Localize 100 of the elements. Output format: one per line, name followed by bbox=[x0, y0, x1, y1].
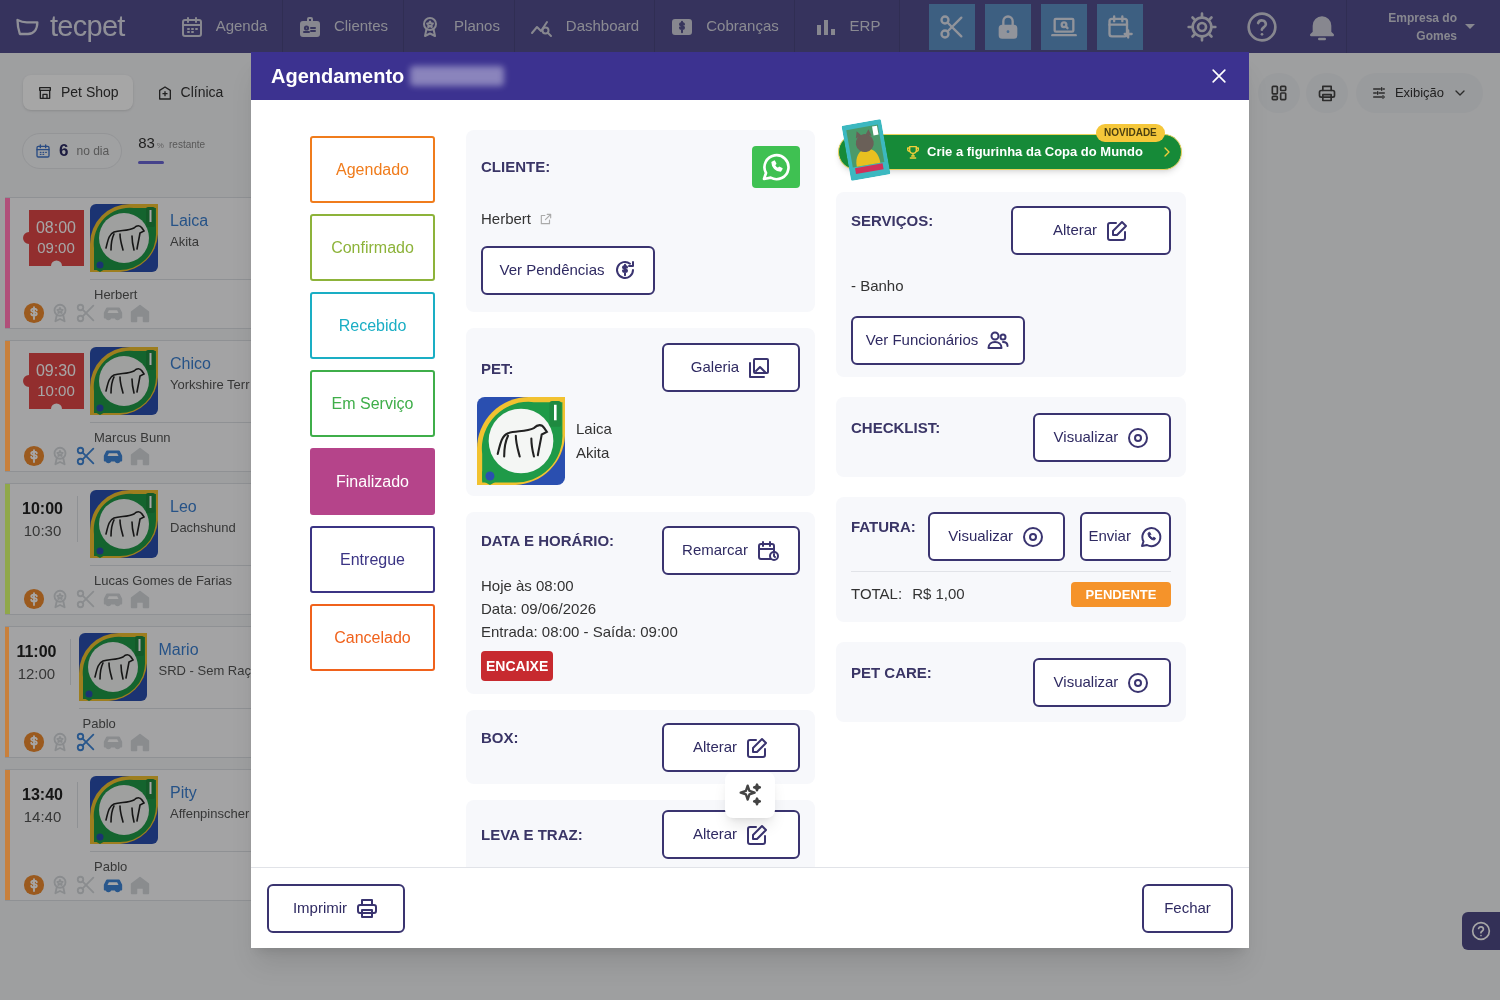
gallery-icon bbox=[747, 355, 772, 380]
change-button[interactable]: Alterar bbox=[662, 810, 800, 859]
schedule-line: Hoje às 08:00 bbox=[481, 576, 575, 596]
quick-action-button[interactable] bbox=[929, 3, 975, 50]
scissors-icon bbox=[75, 445, 97, 467]
pet-breed: Affenpinscher bbox=[170, 805, 250, 823]
pet-breed: Dachshund bbox=[170, 519, 236, 537]
whatsapp-icon bbox=[760, 151, 792, 183]
schedule-line: Data: 09/06/2026 bbox=[481, 599, 598, 619]
quick-action-button[interactable] bbox=[985, 3, 1031, 50]
house-icon bbox=[129, 874, 151, 896]
scissors-icon bbox=[75, 588, 97, 610]
store-icon bbox=[37, 84, 53, 101]
end-time: 14:40 bbox=[23, 807, 62, 827]
send-button[interactable]: Enviar bbox=[1080, 512, 1171, 561]
dollar-coin-icon bbox=[23, 445, 45, 467]
help-button[interactable] bbox=[1462, 912, 1500, 950]
view-button[interactable]: Visualizar bbox=[1033, 413, 1171, 462]
section-heading: CLIENTE: bbox=[481, 156, 551, 177]
gallery-button[interactable]: Galeria bbox=[662, 343, 800, 392]
start-time: 10:00 bbox=[22, 499, 63, 519]
section-heading: FATURA: bbox=[851, 518, 916, 535]
appointment-card[interactable]: 10:00 10:30 Leo Dachshund Lucas Gomes de Farias bbox=[5, 483, 251, 615]
quick-action-button[interactable] bbox=[1041, 3, 1087, 50]
view-dropdown[interactable]: Exibição bbox=[1356, 73, 1483, 113]
client-name[interactable]: Herbert bbox=[481, 208, 532, 231]
staff-button[interactable]: Ver Funcionários bbox=[851, 315, 1025, 365]
house-icon bbox=[129, 588, 151, 610]
dollar-coin-icon bbox=[23, 588, 45, 610]
print-button[interactable]: Imprimir bbox=[267, 883, 405, 933]
change-button[interactable]: Alterar bbox=[1011, 206, 1171, 255]
view-button[interactable]: Visualizar bbox=[1033, 658, 1171, 707]
trophy-icon bbox=[905, 144, 921, 160]
printer-icon bbox=[355, 896, 380, 920]
section-heading: LEVA E TRAZ: bbox=[481, 826, 583, 843]
owner-name: Pablo bbox=[94, 859, 128, 874]
sliders-icon bbox=[1370, 85, 1387, 101]
service-item: - Banho bbox=[851, 276, 905, 296]
section-heading: PET CARE: bbox=[851, 664, 932, 681]
end-time: 12:00 bbox=[17, 664, 56, 684]
appointment-card[interactable]: 08:00 09:00 Laica Akita Herbert bbox=[5, 197, 251, 329]
pet-breed: SRD - Sem Raç bbox=[158, 662, 251, 680]
pet-breed: Akita bbox=[170, 233, 200, 251]
quick-action-button[interactable] bbox=[1097, 3, 1143, 50]
tab[interactable]: Clínica bbox=[142, 75, 238, 110]
pending-button[interactable]: Ver Pendências bbox=[481, 245, 655, 295]
end-time: 10:30 bbox=[23, 521, 62, 541]
help-icon bbox=[1471, 921, 1491, 941]
appointment-card[interactable]: 09:30 10:00 Chico Yorkshire Terr Marcus Bunn bbox=[5, 340, 251, 472]
pet-name: Laica bbox=[576, 418, 612, 439]
dollar-coin-icon bbox=[23, 874, 45, 896]
settings-icon[interactable] bbox=[1186, 10, 1218, 43]
eye-icon bbox=[1021, 524, 1046, 549]
dialog-title: Agendamento bbox=[271, 64, 405, 89]
pet-name: Chico bbox=[170, 354, 212, 374]
logo-text: tecpet bbox=[50, 12, 125, 41]
whatsapp-icon bbox=[1138, 524, 1163, 549]
calendar-icon bbox=[179, 14, 204, 39]
start-time: 09:30 bbox=[35, 361, 76, 381]
new-badge: NOVIDADE bbox=[1096, 124, 1165, 142]
schedule-line: Entrada: 08:00 - Saída: 09:00 bbox=[481, 622, 679, 642]
section-heading: DATA E HORÁRIO: bbox=[481, 532, 615, 549]
eye-icon bbox=[1126, 670, 1151, 695]
house-icon bbox=[129, 302, 151, 324]
owner-name: Herbert bbox=[94, 287, 138, 302]
whatsapp-button[interactable] bbox=[752, 146, 800, 188]
total-value: R$ 1,00 bbox=[912, 584, 965, 605]
reschedule-button[interactable]: Remarcar bbox=[662, 526, 800, 575]
clinic-icon bbox=[156, 84, 173, 101]
house-icon bbox=[129, 731, 151, 753]
fit-in-badge: ENCAIXE bbox=[481, 651, 554, 681]
layout-button[interactable] bbox=[1258, 73, 1300, 113]
pet-name: Mario bbox=[158, 640, 200, 660]
ai-assistant-button[interactable] bbox=[725, 772, 775, 818]
status-button[interactable]: Entregue bbox=[310, 526, 435, 593]
pet-breed: Akita bbox=[576, 443, 611, 463]
dollar-coin-icon bbox=[23, 731, 45, 753]
view-button[interactable]: Visualizar bbox=[928, 512, 1066, 561]
edit-icon bbox=[745, 735, 770, 760]
percent-label: restante bbox=[169, 138, 206, 153]
external-link-icon[interactable] bbox=[539, 212, 554, 227]
appointment-card[interactable]: 11:00 12:00 Mario SRD - Sem Raç Pablo bbox=[5, 626, 251, 758]
caret-icon bbox=[1465, 24, 1475, 29]
calendar-icon bbox=[35, 143, 51, 159]
status-button[interactable]: Finalizado bbox=[310, 448, 435, 515]
end-time: 09:00 bbox=[37, 238, 75, 258]
help-icon[interactable] bbox=[1246, 10, 1278, 43]
pet-name: Leo bbox=[170, 497, 198, 517]
appointment-card[interactable]: 13:40 14:40 Pity Affenpinscher Pablo bbox=[5, 769, 251, 901]
print-button[interactable] bbox=[1306, 73, 1348, 113]
section-heading: BOX: bbox=[481, 729, 519, 746]
dollar-coin-icon bbox=[23, 302, 45, 324]
printer-icon bbox=[1317, 83, 1337, 103]
scissors-icon bbox=[75, 731, 97, 753]
start-time: 11:00 bbox=[16, 642, 57, 662]
calendar-plus-icon bbox=[1106, 12, 1134, 41]
day-count-label: no dia bbox=[76, 143, 110, 160]
tab[interactable]: Pet Shop bbox=[23, 75, 133, 110]
change-button[interactable]: Alterar bbox=[662, 723, 800, 772]
close-dialog-button[interactable]: Fechar bbox=[1142, 883, 1233, 933]
